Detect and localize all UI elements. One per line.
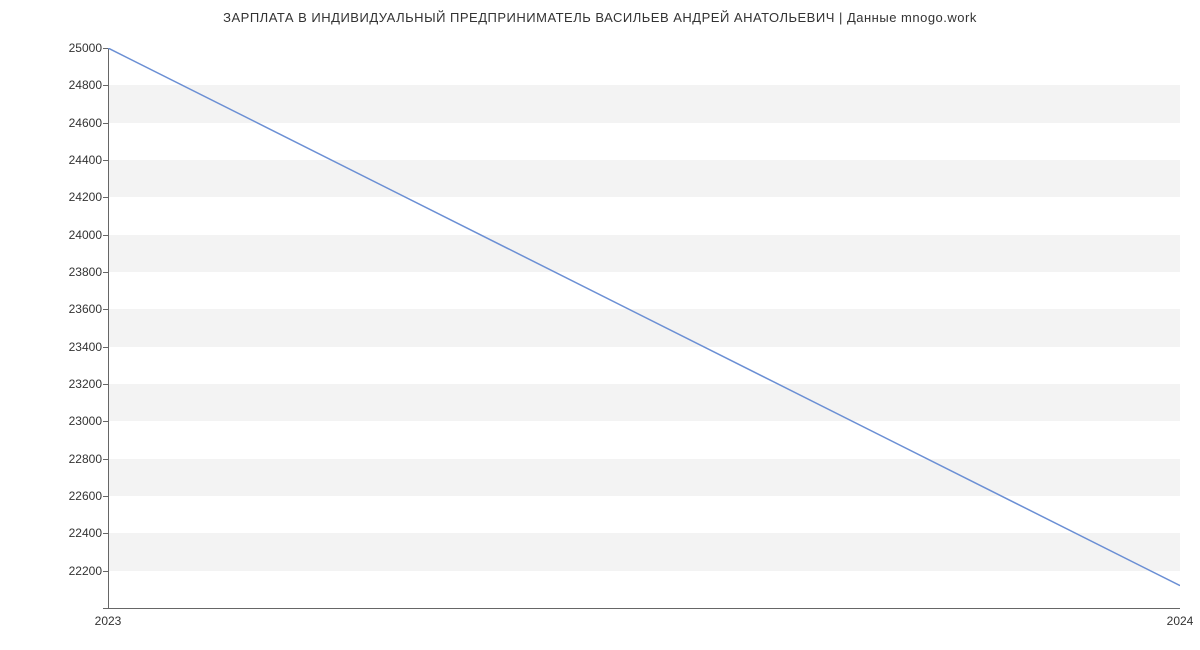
y-tick-label: 24600	[42, 116, 102, 130]
x-tick-label: 2023	[95, 614, 122, 628]
y-tick-mark	[103, 197, 108, 198]
y-tick-mark	[103, 85, 108, 86]
y-tick-label: 22800	[42, 452, 102, 466]
y-tick-mark	[103, 235, 108, 236]
y-tick-label: 24400	[42, 153, 102, 167]
y-tick-label: 24000	[42, 228, 102, 242]
y-tick-label: 23400	[42, 340, 102, 354]
y-tick-label: 23000	[42, 414, 102, 428]
y-tick-mark	[103, 533, 108, 534]
y-tick-mark	[103, 459, 108, 460]
x-axis-line	[108, 608, 1180, 609]
y-tick-label: 23800	[42, 265, 102, 279]
x-tick-label: 2024	[1167, 614, 1194, 628]
y-tick-label: 24800	[42, 78, 102, 92]
y-tick-mark	[103, 421, 108, 422]
y-tick-label: 22600	[42, 489, 102, 503]
grid-band	[108, 309, 1180, 346]
grid-band	[108, 160, 1180, 197]
y-tick-label: 24200	[42, 190, 102, 204]
grid-band	[108, 459, 1180, 496]
y-tick-mark	[103, 272, 108, 273]
y-tick-mark	[103, 496, 108, 497]
y-tick-mark	[103, 384, 108, 385]
grid-band	[108, 85, 1180, 122]
y-tick-label: 25000	[42, 41, 102, 55]
y-tick-label: 23200	[42, 377, 102, 391]
y-tick-label: 23600	[42, 302, 102, 316]
chart-title: ЗАРПЛАТА В ИНДИВИДУАЛЬНЫЙ ПРЕДПРИНИМАТЕЛ…	[0, 10, 1200, 25]
y-tick-mark	[103, 571, 108, 572]
y-tick-label: 22200	[42, 564, 102, 578]
grid-band	[108, 235, 1180, 272]
y-tick-label: 22400	[42, 526, 102, 540]
y-tick-mark	[103, 48, 108, 49]
y-axis-line	[108, 48, 109, 608]
y-tick-mark	[103, 309, 108, 310]
grid-band	[108, 533, 1180, 570]
y-tick-mark	[103, 608, 108, 609]
y-tick-mark	[103, 160, 108, 161]
grid-band	[108, 384, 1180, 421]
y-tick-mark	[103, 123, 108, 124]
y-tick-mark	[103, 347, 108, 348]
